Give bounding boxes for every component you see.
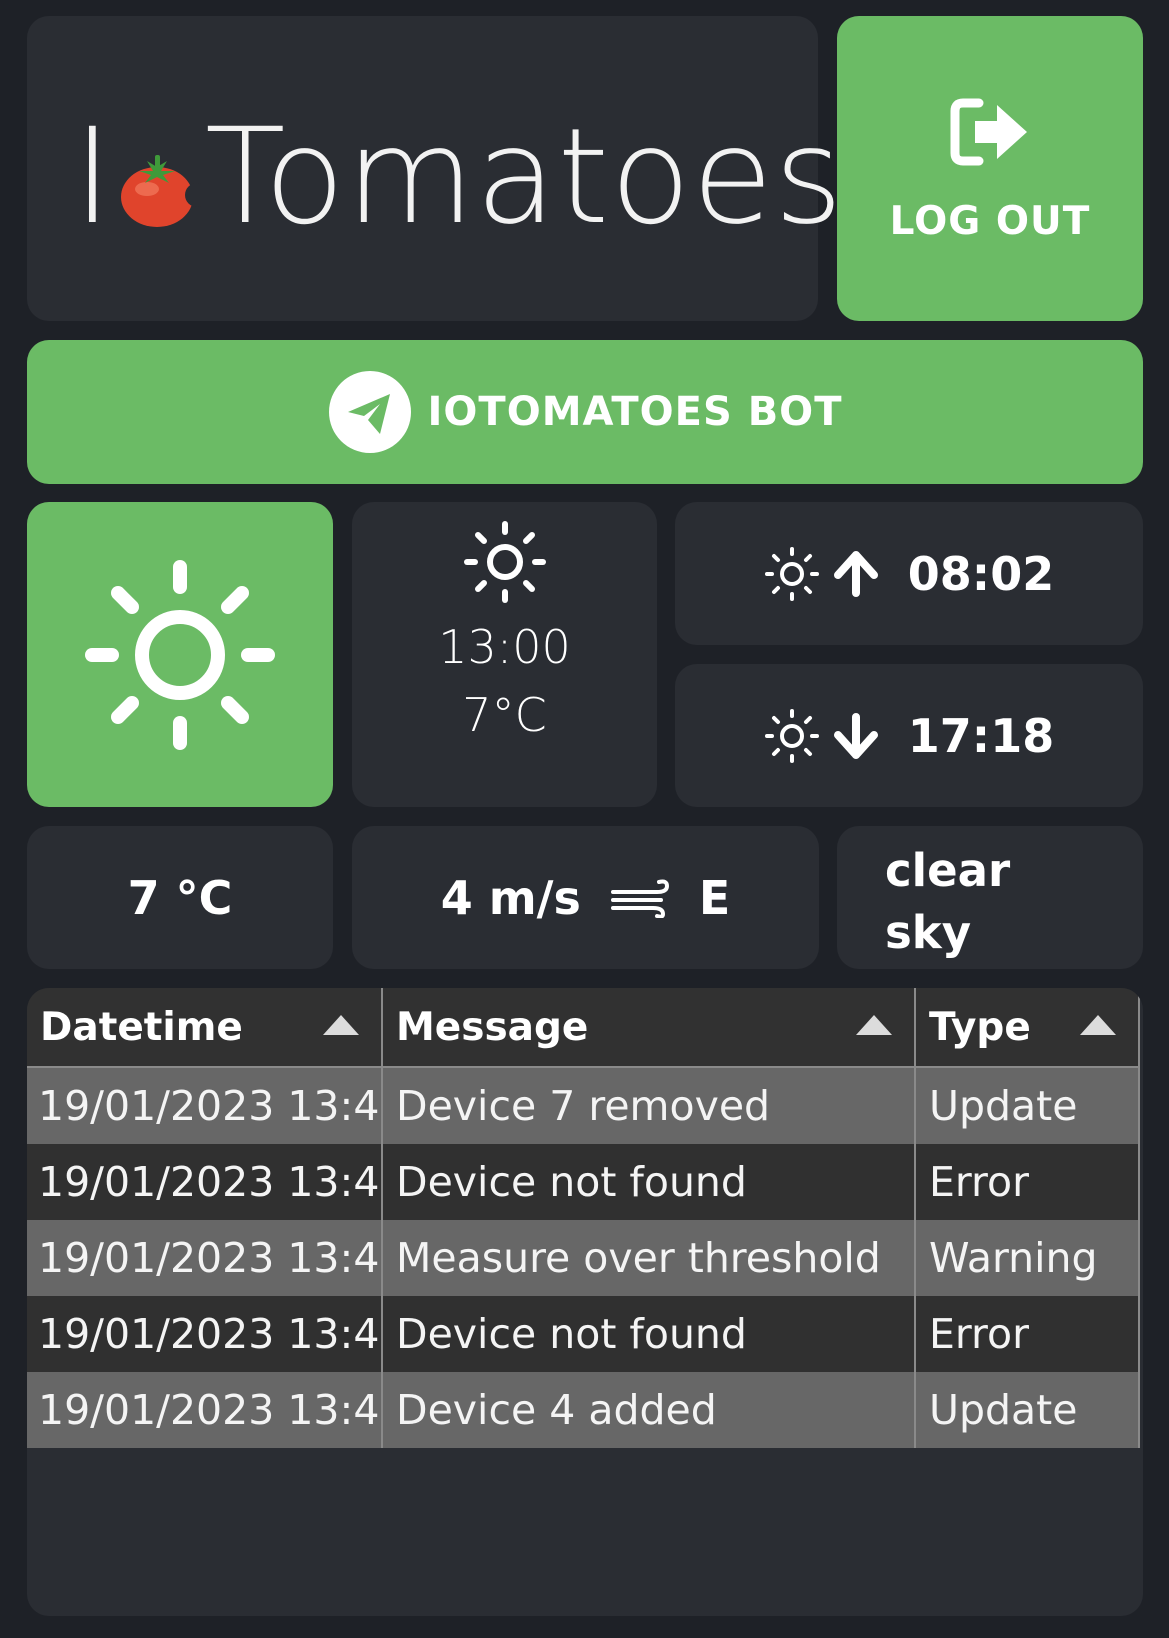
- wind-icon: [610, 879, 669, 918]
- logout-button[interactable]: LOG OUT: [837, 16, 1143, 321]
- cell-datetime: 19/01/2023 13:45: [27, 1296, 383, 1372]
- log-table: Datetime Message Type 19/01/2023 13:44 D…: [27, 988, 1140, 1448]
- logo-card: I Tomatoes: [27, 16, 843, 321]
- cell-type: Error: [915, 1144, 1140, 1220]
- cell-datetime: 19/01/2023 13:44: [27, 1067, 383, 1144]
- cell-message: Device not found: [382, 1144, 916, 1220]
- sunset-card: 17:18: [675, 664, 1143, 807]
- forecast-time: 13:00: [438, 620, 571, 674]
- sky-condition-line1: clear: [885, 844, 1011, 897]
- table-row[interactable]: 19/01/2023 13:45 Measure over threshold …: [27, 1220, 1140, 1296]
- table-row[interactable]: 19/01/2023 13:45 Device not found Error: [27, 1144, 1140, 1220]
- telegram-bot-button[interactable]: IOTOMATOES BOT: [27, 340, 1143, 484]
- cell-datetime: 19/01/2023 13:45: [27, 1144, 383, 1220]
- logout-label: LOG OUT: [889, 199, 1091, 244]
- sort-ascending-icon[interactable]: [1080, 1015, 1116, 1035]
- logo-text-prefix: I: [73, 100, 113, 254]
- tomato-icon: [120, 155, 201, 227]
- cell-message: Device not found: [382, 1296, 916, 1372]
- sun-small-icon: [764, 546, 819, 601]
- sun-small-icon: [764, 708, 819, 763]
- app-logo: I Tomatoes: [73, 100, 844, 254]
- sort-ascending-icon[interactable]: [856, 1015, 892, 1035]
- table-header-row: Datetime Message Type: [27, 988, 1140, 1068]
- sun-icon: [463, 521, 546, 603]
- cell-type: Error: [915, 1296, 1140, 1372]
- sun-icon: [85, 559, 275, 750]
- cell-type: Warning: [915, 1220, 1140, 1296]
- current-weather-card: [27, 502, 333, 807]
- temperature-card: 7 °C: [27, 826, 333, 969]
- table-row[interactable]: 19/01/2023 13:44 Device 7 removed Update: [27, 1067, 1140, 1144]
- wind-speed: 4 m/s: [440, 870, 581, 925]
- sky-condition-line2: sky: [885, 906, 972, 959]
- temperature-value: 7 °C: [127, 870, 233, 925]
- sort-ascending-icon[interactable]: [323, 1015, 359, 1035]
- cell-message: Device 4 added: [382, 1372, 916, 1448]
- column-header-message[interactable]: Message: [382, 988, 916, 1068]
- column-header-type[interactable]: Type: [915, 988, 1140, 1068]
- forecast-temp: 7°C: [462, 688, 547, 742]
- forecast-card: 13:00 7°C: [352, 502, 657, 807]
- column-header-datetime[interactable]: Datetime: [27, 988, 383, 1068]
- cell-message: Device 7 removed: [382, 1067, 916, 1144]
- log-panel: Datetime Message Type 19/01/2023 13:44 D…: [27, 988, 1143, 1616]
- arrow-down-icon: [833, 712, 878, 759]
- sunrise-card: 08:02: [675, 502, 1143, 645]
- table-row[interactable]: 19/01/2023 13:45 Device 4 added Update: [27, 1372, 1140, 1448]
- telegram-icon: [328, 371, 411, 453]
- sky-condition-card: clear sky: [837, 826, 1143, 969]
- table-row[interactable]: 19/01/2023 13:45 Device not found Error: [27, 1296, 1140, 1372]
- sunset-time: 17:18: [907, 708, 1055, 763]
- column-header-label: Message: [396, 1004, 589, 1050]
- logo-text-suffix: Tomatoes: [204, 100, 844, 254]
- wind-direction: E: [698, 870, 731, 925]
- arrow-up-icon: [833, 550, 878, 597]
- column-header-label: Type: [929, 1004, 1031, 1050]
- column-header-label: Datetime: [40, 1004, 243, 1050]
- cell-datetime: 19/01/2023 13:45: [27, 1220, 383, 1296]
- cell-message: Measure over threshold: [382, 1220, 916, 1296]
- logout-icon: [950, 98, 1027, 166]
- cell-datetime: 19/01/2023 13:45: [27, 1372, 383, 1448]
- cell-type: Update: [915, 1067, 1140, 1144]
- wind-card: 4 m/s E: [352, 826, 819, 969]
- sunrise-time: 08:02: [907, 546, 1055, 601]
- bot-label: IOTOMATOES BOT: [427, 389, 843, 435]
- cell-type: Update: [915, 1372, 1140, 1448]
